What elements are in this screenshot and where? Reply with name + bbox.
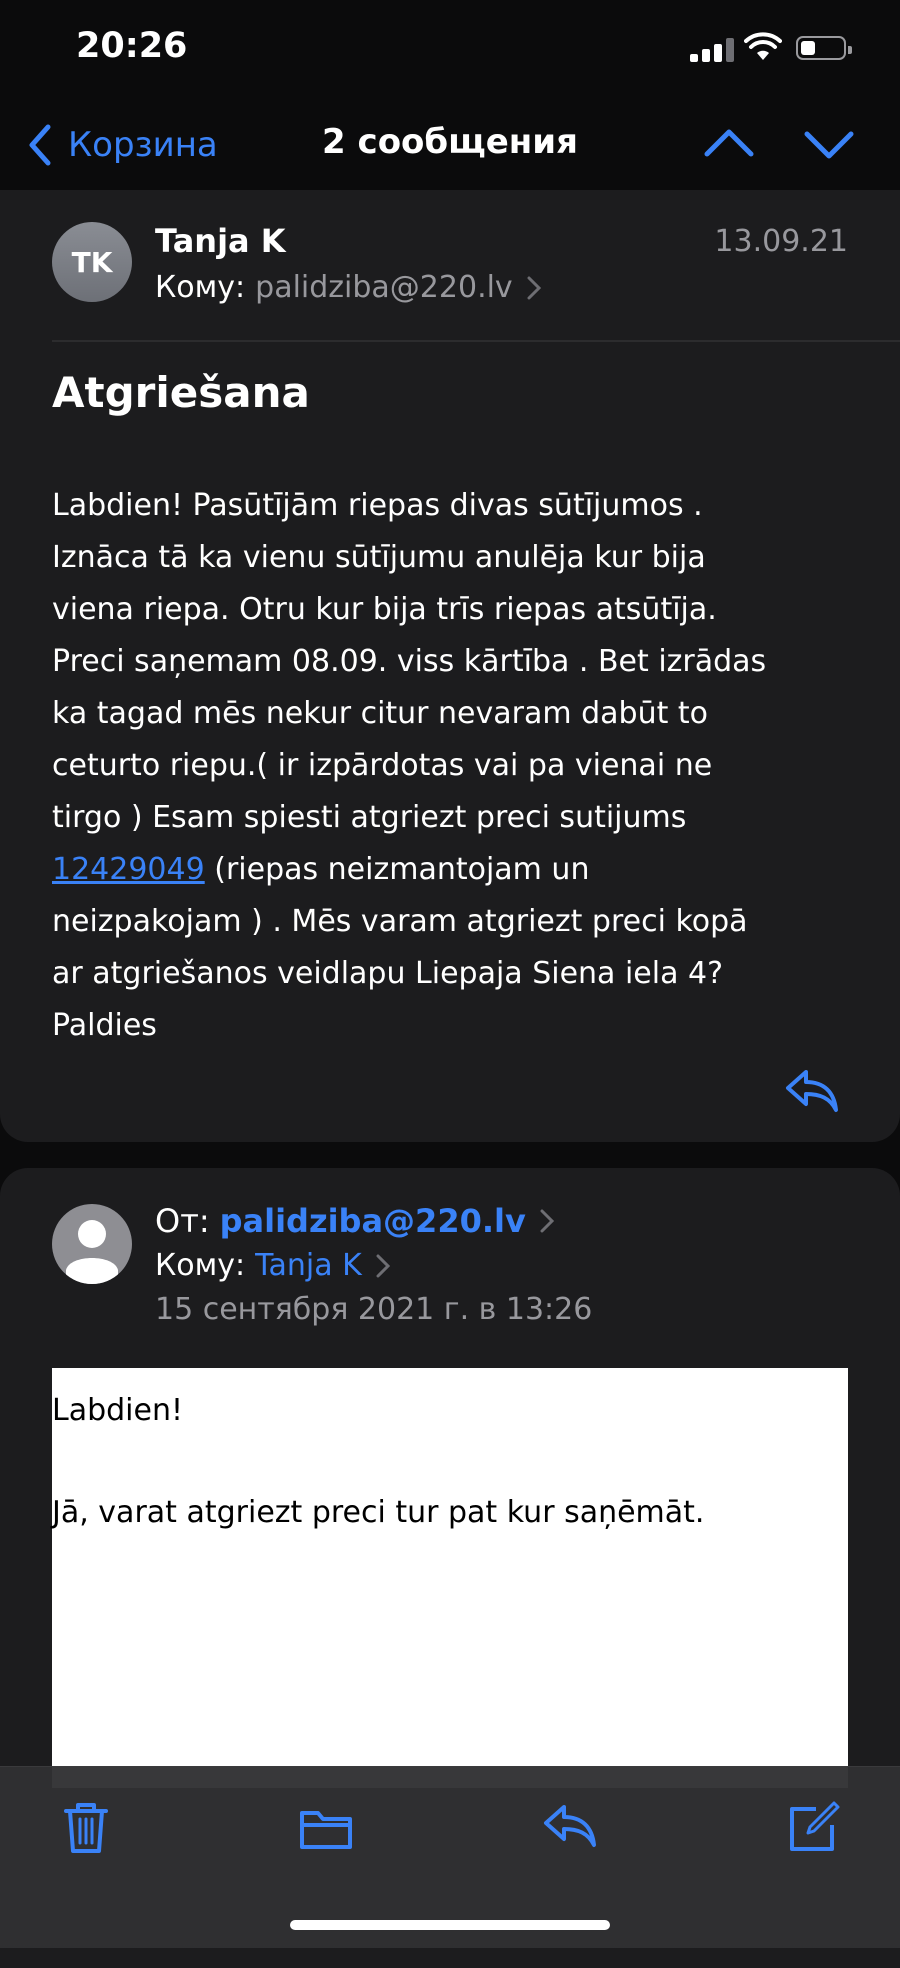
avatar-placeholder-icon xyxy=(52,1204,132,1284)
status-bar: 20:26 xyxy=(0,0,900,100)
recipient-row[interactable]: Кому: Tanja K xyxy=(155,1248,390,1283)
cellular-signal-icon xyxy=(690,38,734,62)
body-greeting: Labdien! xyxy=(52,1393,184,1428)
sender-address[interactable]: palidziba@220.lv xyxy=(220,1202,526,1240)
to-label: Кому: xyxy=(155,1248,246,1283)
sender-row[interactable]: От: palidziba@220.lv xyxy=(155,1202,554,1240)
avatar: TK xyxy=(52,222,132,302)
chevron-right-icon xyxy=(376,1254,390,1277)
sender-name[interactable]: Tanja K xyxy=(155,222,286,260)
shipment-number-link[interactable]: 12429049 xyxy=(52,852,205,887)
recipient-row[interactable]: Кому: palidziba@220.lv xyxy=(155,270,541,305)
from-label: От: xyxy=(155,1202,210,1240)
message-date: 13.09.21 xyxy=(714,224,848,259)
divider xyxy=(52,340,900,342)
wifi-icon xyxy=(744,32,782,60)
message-date: 15 сентября 2021 г. в 13:26 xyxy=(155,1292,593,1327)
reply-icon[interactable] xyxy=(542,1799,598,1855)
message-body: Labdien! Pasūtījām riepas divas sūtījumo… xyxy=(52,480,862,1052)
next-message-button[interactable] xyxy=(804,122,854,166)
message-body: Labdien! Jā, varat atgriezt preci tur pa… xyxy=(52,1368,848,1788)
chevron-right-icon xyxy=(540,1209,554,1233)
compose-icon[interactable] xyxy=(786,1799,842,1855)
status-time: 20:26 xyxy=(76,26,188,66)
navigation-bar: Корзина 2 сообщения xyxy=(0,100,900,190)
home-indicator[interactable] xyxy=(290,1920,610,1930)
recipient-address[interactable]: palidziba@220.lv xyxy=(255,270,513,305)
battery-icon xyxy=(796,36,852,60)
chevron-right-icon xyxy=(527,276,541,299)
reply-icon[interactable] xyxy=(784,1066,840,1114)
body-text: Jā, varat atgriezt preci tur pat kur saņ… xyxy=(52,1495,705,1530)
to-label: Кому: xyxy=(155,270,246,305)
chevron-left-icon xyxy=(29,124,51,166)
back-button[interactable]: Корзина xyxy=(28,120,218,170)
back-label: Корзина xyxy=(68,125,218,165)
trash-icon[interactable] xyxy=(58,1799,114,1855)
message-subject: Atgriešana xyxy=(52,368,310,417)
recipient-name[interactable]: Tanja K xyxy=(255,1248,362,1283)
previous-message-button[interactable] xyxy=(704,122,754,166)
message-card-1[interactable]: TK Tanja K 13.09.21 Кому: palidziba@220.… xyxy=(0,190,900,1142)
body-text-part-1: Labdien! Pasūtījām riepas divas sūtījumo… xyxy=(52,488,767,835)
folder-icon[interactable] xyxy=(298,1799,354,1855)
